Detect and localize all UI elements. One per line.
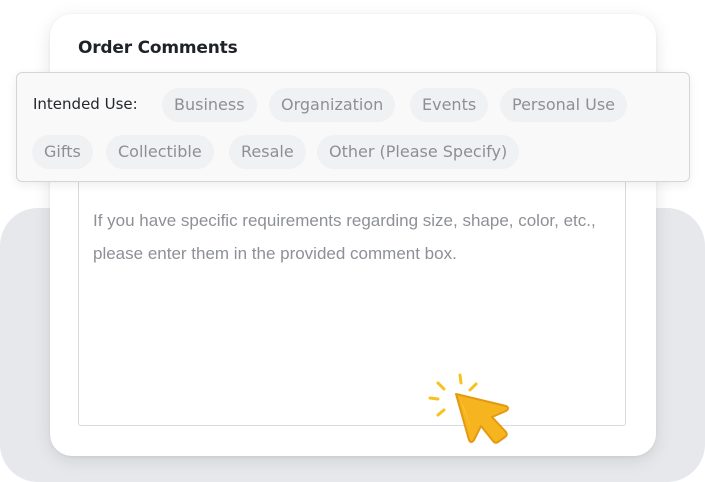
chip-resale[interactable]: Resale	[229, 135, 306, 169]
chip-organization[interactable]: Organization	[269, 88, 396, 122]
chip-collectible[interactable]: Collectible	[106, 135, 214, 169]
intended-use-label: Intended Use:	[33, 95, 138, 113]
intended-use-bar: Intended Use: Business Organization Even…	[16, 72, 690, 182]
chip-gifts[interactable]: Gifts	[32, 135, 93, 169]
comment-placeholder-line-2: please enter them in the provided commen…	[93, 244, 457, 263]
chip-events[interactable]: Events	[410, 88, 489, 122]
pointer-cursor-icon	[428, 373, 509, 444]
comment-textarea[interactable]: If you have specific requirements regard…	[78, 174, 626, 426]
order-comments-title: Order Comments	[78, 38, 238, 58]
chip-other-please-specify[interactable]: Other (Please Specify)	[317, 135, 520, 169]
chip-personal-use[interactable]: Personal Use	[500, 88, 627, 122]
comment-placeholder-line-1: If you have specific requirements regard…	[93, 211, 596, 230]
chip-business[interactable]: Business	[162, 88, 257, 122]
